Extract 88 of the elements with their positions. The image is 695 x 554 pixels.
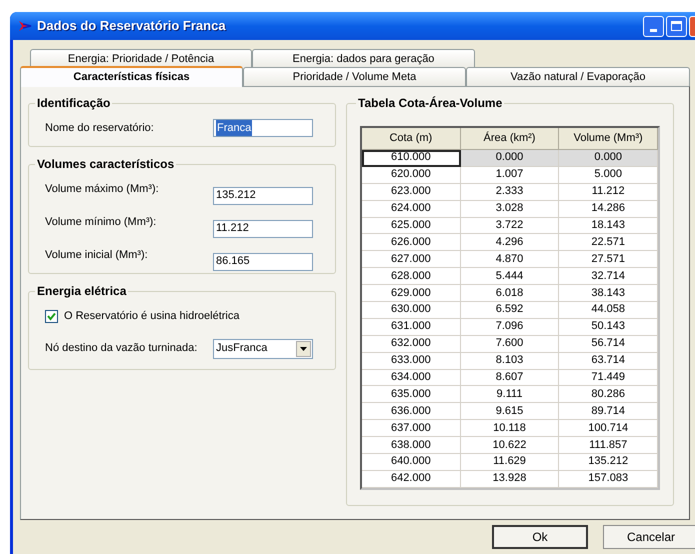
- table-cell: 8.607: [460, 370, 560, 386]
- table-cell: 10.622: [460, 437, 560, 454]
- table-cell: 27.571: [559, 251, 658, 268]
- table-cell: 100.714: [559, 420, 658, 438]
- maximize-button[interactable]: [666, 16, 687, 36]
- table-cell: 635.000: [362, 386, 461, 404]
- table-cell: 22.571: [559, 234, 658, 252]
- table-cell: 135.212: [559, 454, 658, 471]
- window-title: Dados do Reservatório Franca: [37, 17, 226, 36]
- table-cell: 4.296: [460, 234, 560, 252]
- minimize-button[interactable]: [643, 16, 664, 36]
- checkbox[interactable]: [45, 310, 58, 323]
- table-cell: 13.928: [460, 470, 560, 488]
- table-cell: 10.118: [460, 420, 560, 438]
- table-cell: 18.143: [559, 218, 658, 234]
- table-cell: 1.007: [460, 166, 560, 184]
- table-cell: 89.714: [559, 403, 658, 420]
- table-cell: 628.000: [362, 268, 461, 286]
- tab[interactable]: Características físicas: [20, 66, 243, 87]
- table-cell: 625.000: [362, 218, 461, 234]
- table-cell: 111.857: [559, 437, 658, 454]
- table-cell: 626.000: [362, 234, 461, 252]
- tab[interactable]: Energia: dados para geração: [252, 49, 475, 68]
- table-cell: 7.600: [460, 336, 560, 353]
- table-cell: 623.000: [362, 184, 461, 201]
- table-cell: 5.000: [559, 166, 658, 184]
- table-cell: 6.592: [460, 302, 560, 319]
- table-cell: 627.000: [362, 251, 461, 268]
- field-label: Volume máximo (Mm³):: [44, 182, 160, 197]
- table-cell: 71.449: [559, 370, 658, 386]
- table-cell: 638.000: [362, 437, 461, 454]
- table-cell: 50.143: [559, 318, 658, 336]
- table-cell: 11.629: [460, 454, 560, 471]
- checkbox-label: O Reservatório é usina hidroelétrica: [64, 309, 240, 324]
- table-cell: 9.111: [460, 386, 560, 404]
- field-label: Volume inicial (Mm³):: [44, 248, 149, 263]
- group-title: Identificação: [36, 95, 112, 112]
- table-cell: 636.000: [362, 403, 461, 420]
- field-label: Nó destino da vazão turninada:: [44, 341, 198, 356]
- table-cell: 633.000: [362, 352, 461, 370]
- dialog-button[interactable]: Ok: [492, 525, 588, 549]
- table-cell: 32.714: [559, 268, 658, 286]
- table-cell: 629.000: [362, 285, 461, 302]
- table-cell: 642.000: [362, 470, 461, 488]
- field-label: Volume mínimo (Mm³):: [44, 214, 158, 230]
- table-cell: 14.286: [559, 200, 658, 218]
- tab[interactable]: Vazão natural / Evaporação: [466, 67, 690, 86]
- table-cell: 0.000: [559, 150, 658, 167]
- table-cell: 630.000: [362, 302, 461, 319]
- input-field[interactable]: Franca: [213, 119, 313, 137]
- table-cell: 5.444: [460, 268, 560, 286]
- table-cell: 640.000: [362, 454, 461, 471]
- table-cell: 38.143: [559, 285, 658, 302]
- table-cell: 44.058: [559, 302, 658, 319]
- table-cell: 637.000: [362, 420, 461, 438]
- table-cell: 6.018: [460, 285, 560, 302]
- table-cell: 631.000: [362, 318, 461, 336]
- table-cell: 632.000: [362, 336, 461, 353]
- table-cell: 0.000: [460, 150, 560, 167]
- table-cell: 2.333: [460, 184, 560, 201]
- input-field[interactable]: 135.212: [213, 186, 313, 204]
- table-cell: 9.615: [460, 403, 560, 420]
- table-cell: 80.286: [559, 386, 658, 404]
- tab[interactable]: Energia: Prioridade / Potência: [30, 49, 252, 68]
- tab[interactable]: Prioridade / Volume Meta: [243, 67, 466, 86]
- table-cell: 157.083: [559, 470, 658, 488]
- table-cell: 610.000: [362, 150, 461, 167]
- input-field[interactable]: 11.212: [213, 220, 313, 238]
- table-cell: 63.714: [559, 352, 658, 370]
- arrow-icon: [18, 20, 32, 32]
- group-title: Tabela Cota-Área-Volume: [357, 95, 504, 112]
- table-cell: 3.722: [460, 218, 560, 234]
- table-cell: 56.714: [559, 336, 658, 353]
- table-cell: 4.870: [460, 251, 560, 268]
- table-cell: 624.000: [362, 200, 461, 218]
- table-cell: 620.000: [362, 166, 461, 184]
- input-field[interactable]: 86.165: [213, 252, 313, 270]
- table-cell: 8.103: [460, 352, 560, 370]
- field-label: Nome do reservatório:: [44, 120, 155, 136]
- dialog-button[interactable]: Cancelar: [603, 525, 695, 549]
- table-cell: 7.096: [460, 318, 560, 336]
- table-cell: 634.000: [362, 370, 461, 386]
- dropdown[interactable]: JusFranca: [213, 338, 313, 358]
- table-cell: 11.212: [559, 184, 658, 201]
- caret-icon: [296, 340, 311, 356]
- table-cell: 3.028: [460, 200, 560, 218]
- group-title: Energia elétrica: [36, 283, 128, 300]
- group-title: Volumes característicos: [36, 156, 176, 173]
